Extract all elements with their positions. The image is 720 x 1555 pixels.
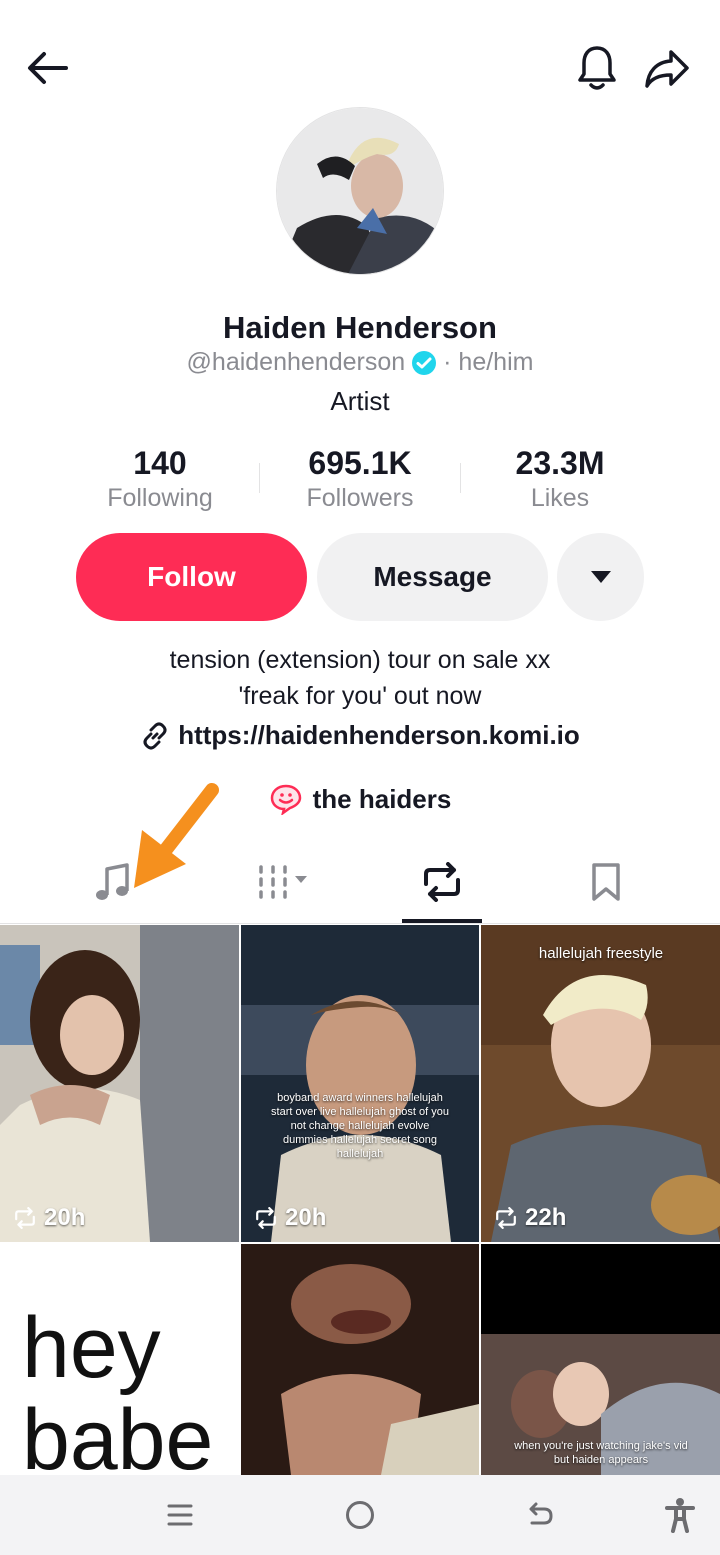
stat-likes[interactable]: 23.3M Likes — [460, 443, 660, 523]
annotation-arrow-icon — [134, 783, 219, 888]
repost-meta: 20h — [253, 1204, 326, 1232]
tab-videos[interactable] — [230, 840, 340, 924]
accessibility-button[interactable] — [650, 1489, 710, 1541]
bio-link-text: https://haidenhenderson.komi.io — [178, 720, 580, 750]
video-thumbnail[interactable]: boyband award winners hallelujah start o… — [241, 925, 479, 1242]
share-button[interactable] — [640, 42, 694, 96]
notification-bell-button[interactable] — [570, 40, 624, 96]
stat-following[interactable]: 140 Following — [60, 443, 260, 523]
stat-value: 140 — [133, 445, 187, 481]
back-button[interactable] — [22, 42, 74, 94]
video-thumbnail[interactable]: hey babe — [0, 1244, 239, 1475]
share-arrow-icon — [645, 50, 689, 88]
system-nav-bar — [0, 1475, 720, 1555]
handle-row: @haidenhenderson · he/him — [0, 348, 720, 377]
circle-home-icon — [346, 1501, 374, 1529]
stat-label: Likes — [530, 484, 590, 512]
stat-value: 695.1K — [308, 445, 412, 481]
back-system-button[interactable] — [510, 1489, 570, 1541]
stat-label: Following — [107, 484, 213, 512]
stat-label: Followers — [306, 484, 414, 512]
bio-line: 'freak for you' out now — [238, 682, 482, 710]
active-tab-indicator — [402, 919, 482, 923]
fan-group-name: the haiders — [312, 783, 452, 814]
profile-pronouns: · he/him — [443, 348, 534, 376]
follow-button[interactable]: Follow — [76, 533, 307, 621]
verified-badge-icon — [412, 350, 437, 375]
content-tabs — [0, 840, 720, 924]
thumbnail-image — [0, 925, 239, 1242]
bookmark-icon — [592, 863, 620, 901]
bio-link[interactable]: https://haidenhenderson.komi.io — [0, 720, 720, 751]
arrow-left-icon — [28, 52, 68, 84]
video-caption: hallelujah freestyle — [538, 945, 664, 962]
repost-meta: 22h — [493, 1204, 566, 1232]
fan-group-link[interactable]: the haiders — [0, 783, 720, 815]
thumbnail-image — [241, 925, 479, 1242]
accessibility-icon — [665, 1498, 695, 1533]
profile-stats: 140 Following 695.1K Followers 23.3M Lik… — [60, 443, 660, 523]
video-caption: boyband award winners hallelujah start o… — [271, 1092, 449, 1160]
bio-line: tension (extension) tour on sale xx — [169, 646, 551, 674]
profile-bio: tension (extension) tour on sale xx 'fre… — [0, 642, 720, 714]
video-thumbnail[interactable]: hallelujah freestyle 22h — [481, 925, 720, 1242]
profile-actions: Follow Message — [76, 533, 646, 621]
more-options-button[interactable] — [557, 533, 644, 621]
repost-icon — [496, 1207, 516, 1229]
stat-followers[interactable]: 695.1K Followers — [260, 443, 460, 523]
thumbnail-image — [481, 925, 720, 1242]
menu-lines-icon — [167, 1504, 193, 1526]
avatar-photo — [277, 108, 443, 274]
profile-avatar[interactable] — [276, 107, 444, 275]
back-curve-icon — [529, 1502, 553, 1525]
video-thumbnail[interactable] — [241, 1244, 479, 1475]
repost-icon — [256, 1207, 276, 1229]
profile-category: Artist — [330, 386, 390, 416]
repost-icon — [15, 1207, 35, 1229]
link-icon — [143, 722, 167, 749]
stat-divider — [259, 463, 260, 493]
post-time: 20h — [44, 1204, 86, 1231]
fan-group-icon — [270, 784, 301, 815]
caret-down-icon — [590, 571, 611, 583]
bell-icon — [578, 46, 616, 90]
post-time: 22h — [525, 1204, 567, 1231]
video-caption: when you're just watching jake's vid but… — [514, 1440, 688, 1466]
video-grid: 20h boyband award winners hallelujah sta… — [0, 925, 720, 1475]
tab-reposts[interactable] — [387, 840, 497, 924]
post-time: 20h — [285, 1204, 327, 1231]
recent-apps-button[interactable] — [150, 1489, 210, 1541]
stat-divider — [460, 463, 461, 493]
video-thumbnail[interactable]: when you're just watching jake's vid but… — [481, 1244, 720, 1475]
thumbnail-image — [241, 1244, 479, 1475]
stat-value: 23.3M — [515, 445, 605, 481]
repost-meta: 20h — [12, 1204, 85, 1232]
video-thumbnail[interactable]: 20h — [0, 925, 239, 1242]
repost-icon — [424, 862, 460, 902]
profile-handle: @haidenhenderson — [186, 348, 406, 376]
profile-name: Haiden Henderson — [223, 310, 497, 345]
grid-columns-icon — [259, 865, 307, 899]
video-caption: hey babe — [22, 1300, 214, 1475]
tab-favorites[interactable] — [551, 840, 661, 924]
home-button[interactable] — [330, 1489, 390, 1541]
message-button[interactable]: Message — [317, 533, 548, 621]
